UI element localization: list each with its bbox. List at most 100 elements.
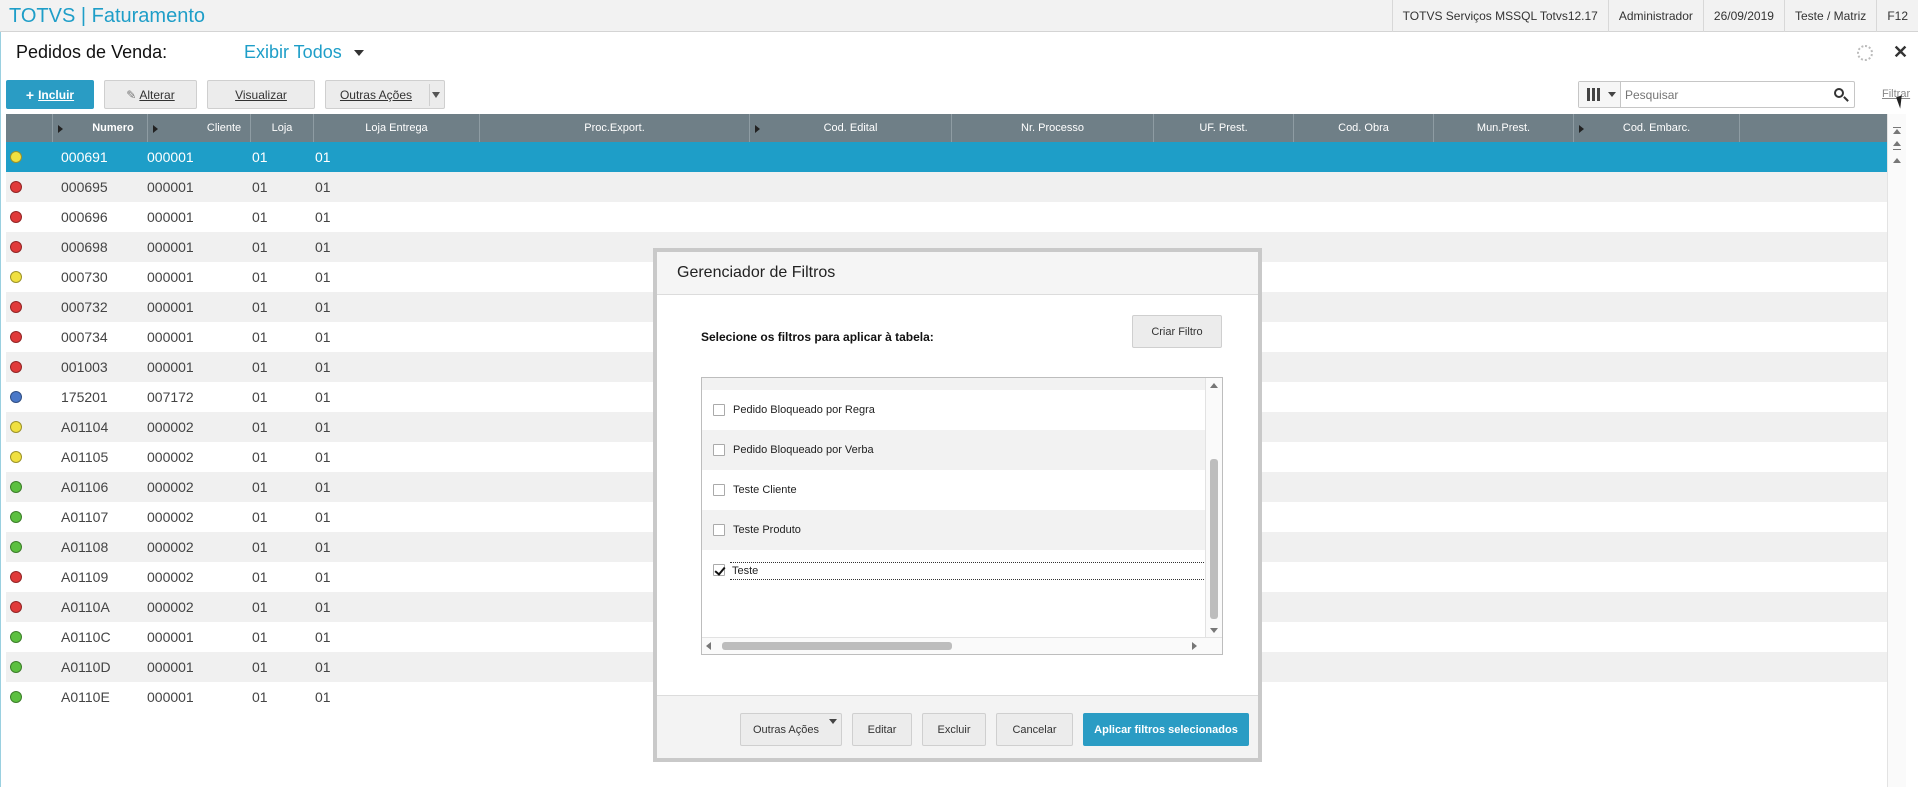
filter-item[interactable]: Pedido Bloqueado por Verba	[702, 430, 1205, 470]
table-row[interactable]: 000696 000001 01 01	[6, 202, 1887, 232]
column-header-cod-edital[interactable]: Cod. Edital	[750, 114, 952, 142]
status-legend-icon[interactable]	[10, 361, 22, 373]
status-legend-icon[interactable]	[10, 181, 22, 193]
search-icon[interactable]	[1834, 88, 1844, 98]
status-legend-icon[interactable]	[10, 211, 22, 223]
chevron-down-icon[interactable]	[432, 92, 440, 98]
filter-item[interactable]: Pedido Bloqueado por Regra	[702, 390, 1205, 430]
cancel-button[interactable]: Cancelar	[996, 713, 1073, 746]
scroll-left-icon[interactable]	[706, 642, 711, 650]
status-legend-icon[interactable]	[10, 241, 22, 253]
scroll-thumb[interactable]	[722, 642, 952, 650]
edit-button[interactable]: Editar	[852, 713, 912, 746]
filter-item[interactable]: Teste Produto	[702, 510, 1205, 550]
gear-icon[interactable]	[1857, 45, 1873, 61]
column-header-numero[interactable]: Numero	[53, 114, 148, 142]
close-icon[interactable]: ✕	[1893, 42, 1908, 62]
scroll-top-icon[interactable]	[1893, 127, 1901, 128]
branch-info[interactable]: Teste / Matriz	[1783, 0, 1876, 32]
cell-loja-entrega: 01	[315, 179, 331, 195]
cell-loja-entrega: 01	[315, 509, 331, 525]
status-legend-icon[interactable]	[10, 691, 22, 703]
table-row[interactable]: 000691 000001 01 01	[6, 142, 1887, 172]
column-header-cliente[interactable]: Cliente	[148, 114, 251, 142]
scroll-right-icon[interactable]	[1192, 642, 1197, 650]
delete-button[interactable]: Excluir	[922, 713, 986, 746]
column-header-cod-embarc[interactable]: Cod. Embarc.	[1574, 114, 1740, 142]
column-chooser-button[interactable]	[1579, 82, 1621, 107]
scroll-top-arrow-icon[interactable]	[1893, 129, 1901, 134]
scroll-down-icon[interactable]	[1210, 628, 1218, 633]
view-button[interactable]: Visualizar	[207, 80, 315, 109]
alter-button[interactable]: ✎ Alterar	[104, 80, 197, 109]
scroll-thumb[interactable]	[1210, 459, 1218, 619]
scroll-page-up-icon[interactable]	[1893, 141, 1901, 146]
status-legend-icon[interactable]	[10, 661, 22, 673]
cell-loja-entrega: 01	[315, 569, 331, 585]
status-legend-icon[interactable]	[10, 541, 22, 553]
apply-filters-button[interactable]: Aplicar filtros selecionados	[1083, 713, 1249, 746]
status-legend-icon[interactable]	[10, 481, 22, 493]
cell-numero: A0110C	[61, 629, 111, 645]
other-actions-button[interactable]: Outras Ações	[325, 80, 445, 109]
status-legend-icon[interactable]	[10, 331, 22, 343]
column-header-cod-obra[interactable]: Cod. Obra	[1294, 114, 1434, 142]
create-filter-button[interactable]: Criar Filtro	[1132, 315, 1222, 348]
include-button[interactable]: + Incluir	[6, 80, 94, 109]
filter-list-vertical-scrollbar[interactable]	[1205, 378, 1222, 638]
column-header-nr-processo[interactable]: Nr. Processo	[952, 114, 1154, 142]
user-info[interactable]: Administrador	[1607, 0, 1703, 32]
chevron-down-icon	[1608, 92, 1616, 97]
cell-numero: 001003	[61, 359, 108, 375]
filter-checkbox[interactable]	[713, 564, 725, 576]
status-legend-icon[interactable]	[10, 151, 22, 163]
table-row[interactable]: 000695 000001 01 01	[6, 172, 1887, 202]
column-header-mun-prest[interactable]: Mun.Prest.	[1434, 114, 1574, 142]
chevron-down-icon[interactable]	[829, 719, 837, 724]
column-header-proc-export[interactable]: Proc.Export.	[480, 114, 750, 142]
cell-loja-entrega: 01	[315, 269, 331, 285]
status-legend-icon[interactable]	[10, 391, 22, 403]
status-legend-icon[interactable]	[10, 271, 22, 283]
filter-checkbox[interactable]	[713, 444, 725, 456]
status-legend-icon[interactable]	[10, 601, 22, 613]
dialog-other-actions-button[interactable]: Outras Ações	[740, 713, 842, 746]
grid-vertical-scrollbar[interactable]	[1887, 114, 1906, 787]
status-legend-icon[interactable]	[10, 301, 22, 313]
help-key[interactable]: F12	[1876, 0, 1918, 32]
filter-list-horizontal-scrollbar[interactable]	[702, 637, 1222, 654]
cell-numero: A01106	[61, 479, 109, 495]
column-header-status[interactable]	[6, 114, 53, 142]
filter-item[interactable]: Pedidos Liberados	[702, 377, 1205, 390]
scroll-up-icon[interactable]	[1893, 158, 1901, 163]
cell-cliente: 000001	[147, 329, 194, 345]
search-input[interactable]	[1625, 84, 1825, 105]
server-info[interactable]: TOTVS Serviços MSSQL Totvs12.17	[1391, 0, 1608, 32]
status-legend-icon[interactable]	[10, 571, 22, 583]
filter-checkbox[interactable]	[713, 404, 725, 416]
view-selector[interactable]: Exibir Todos	[244, 42, 342, 63]
status-legend-icon[interactable]	[10, 451, 22, 463]
column-header-cod-embarc-label: Cod. Embarc.	[1622, 122, 1691, 134]
status-legend-icon[interactable]	[10, 631, 22, 643]
column-header-uf-prest[interactable]: UF. Prest.	[1154, 114, 1294, 142]
status-legend-icon[interactable]	[10, 421, 22, 433]
column-header-loja[interactable]: Loja	[251, 114, 314, 142]
filter-checkbox[interactable]	[713, 484, 725, 496]
cell-cliente: 000001	[147, 269, 194, 285]
cell-numero: 000698	[61, 239, 108, 255]
view-button-label: Visualizar	[235, 87, 287, 102]
filter-label: Pedidos Liberados	[733, 377, 824, 378]
date-info[interactable]: 26/09/2019	[1702, 0, 1784, 32]
column-header-loja-entrega[interactable]: Loja Entrega	[314, 114, 480, 142]
cell-loja: 01	[252, 689, 268, 705]
dialog-instruction: Selecione os filtros para aplicar à tabe…	[701, 330, 934, 344]
filter-item[interactable]: Teste	[702, 550, 1205, 590]
status-legend-icon[interactable]	[10, 511, 22, 523]
chevron-down-icon[interactable]	[354, 50, 364, 56]
cell-loja: 01	[252, 209, 268, 225]
filter-checkbox[interactable]	[713, 524, 725, 536]
filter-item[interactable]: Teste Cliente	[702, 470, 1205, 510]
cell-numero: 000695	[61, 179, 108, 195]
scroll-up-icon[interactable]	[1210, 383, 1218, 388]
